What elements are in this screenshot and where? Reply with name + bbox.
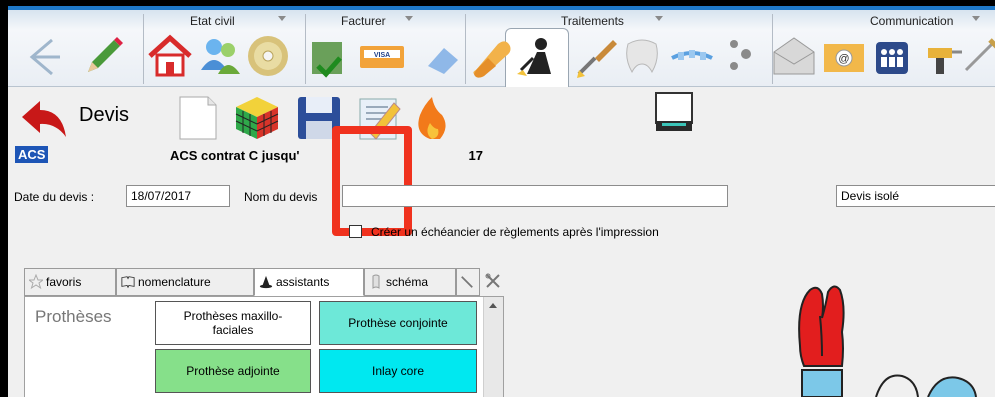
tab-label: favoris (46, 275, 82, 289)
rubik-cube-icon[interactable] (232, 93, 282, 143)
cell-label: Prothèse adjointe (186, 364, 280, 378)
tab-schema[interactable]: schéma (364, 268, 456, 296)
tab-assistants[interactable]: assistants (254, 268, 364, 296)
blank-page-icon[interactable] (172, 93, 222, 143)
application-window: Etat civil Facturer Traitements Communic… (8, 6, 995, 397)
tab-favoris[interactable]: favoris (24, 268, 116, 296)
highlight-box (332, 126, 412, 236)
cell-prothese-conjointe[interactable]: Prothèse conjointe (319, 301, 477, 345)
users-icon[interactable] (196, 30, 244, 80)
tooth-diagram[interactable] (798, 276, 995, 397)
family-icon[interactable] (870, 30, 918, 80)
cell-label: Prothèse conjointe (348, 316, 448, 330)
tab-label: nomenclature (138, 275, 211, 289)
scanner-icon[interactable] (652, 91, 696, 135)
cd-icon[interactable] (244, 30, 292, 80)
cell-label: Inlay core (371, 364, 425, 378)
footprints-icon[interactable] (716, 30, 764, 80)
acs-badge: ACS (15, 146, 49, 163)
group-label-etat-civil: Etat civil (190, 14, 235, 28)
tab-nomenclature[interactable]: nomenclature (116, 268, 254, 296)
svg-text:VISA: VISA (374, 52, 390, 59)
contract-text: ACS contrat C jusqu' 17 (170, 148, 483, 163)
brush-icon[interactable] (573, 30, 621, 80)
devis-toolbar: Devis ACS ACS contrat C jusqu' 17 (8, 87, 995, 236)
tools-icon[interactable] (484, 272, 502, 290)
page-title: Devis (79, 104, 130, 126)
pencil-icon[interactable] (78, 30, 126, 80)
cell-protheses-maxillo-faciales[interactable]: Prothèses maxillo-faciales (155, 301, 311, 345)
visa-card-icon[interactable]: VISA (358, 30, 406, 80)
assistant-panel: Prothèses Prothèses maxillo-faciales Pro… (24, 296, 504, 397)
contract-text-main: ACS contrat C jusqu' (170, 148, 300, 163)
devis-name-field[interactable] (342, 185, 728, 207)
invoice-check-icon[interactable] (306, 30, 354, 80)
envelope-icon[interactable] (770, 30, 818, 80)
tooth-schema-icon (372, 274, 380, 289)
back-arrow-icon[interactable] (18, 30, 66, 80)
contract-text-suffix: 17 (468, 148, 483, 163)
chevron-down-icon[interactable] (972, 16, 980, 21)
drill-icon[interactable] (916, 30, 964, 80)
probe-icon (461, 276, 473, 288)
needle-icon[interactable] (958, 30, 995, 80)
pill-icon[interactable] (466, 30, 514, 80)
date-label: Date du devis : (14, 190, 95, 204)
email-at-icon[interactable]: @ (820, 30, 868, 80)
scroll-up-icon[interactable] (489, 303, 497, 308)
name-label: Nom du devis (244, 190, 318, 204)
wizard-icon (259, 275, 273, 289)
tab-label: assistants (276, 275, 330, 289)
echeancier-checkbox[interactable] (349, 225, 362, 238)
cell-label: Prothèses maxillo-faciales (183, 309, 283, 337)
home-icon[interactable] (146, 30, 194, 80)
main-ribbon: Etat civil Facturer Traitements Communic… (8, 6, 995, 87)
back-red-arrow-icon[interactable] (18, 97, 70, 141)
book-icon (121, 276, 135, 289)
group-label-communication: Communication (870, 14, 954, 28)
eraser-icon[interactable] (418, 30, 466, 80)
tab-probe[interactable] (456, 268, 480, 296)
group-label-traitements: Traitements (561, 14, 624, 28)
tab-label: schéma (386, 275, 429, 289)
orthodontic-icon[interactable] (668, 30, 716, 80)
group-label-facturer: Facturer (341, 14, 386, 28)
flame-icon[interactable] (408, 93, 458, 143)
ribbon-divider (143, 14, 144, 84)
star-icon (29, 274, 43, 290)
chevron-down-icon[interactable] (405, 16, 413, 21)
date-field[interactable] (126, 185, 230, 207)
tooth-icon[interactable] (618, 30, 666, 80)
chevron-down-icon[interactable] (655, 16, 663, 21)
panel-scrollbar[interactable] (483, 297, 503, 397)
cell-inlay-core[interactable]: Inlay core (319, 349, 477, 393)
category-label: Prothèses (35, 307, 112, 326)
echeancier-label: Créer un échéancier de règlements après … (371, 225, 659, 239)
cell-prothese-adjointe[interactable]: Prothèse adjointe (155, 349, 311, 393)
worker-icon[interactable] (513, 30, 561, 80)
devis-type-select[interactable] (836, 185, 995, 207)
chevron-down-icon[interactable] (278, 16, 286, 21)
svg-text:@: @ (838, 53, 849, 65)
